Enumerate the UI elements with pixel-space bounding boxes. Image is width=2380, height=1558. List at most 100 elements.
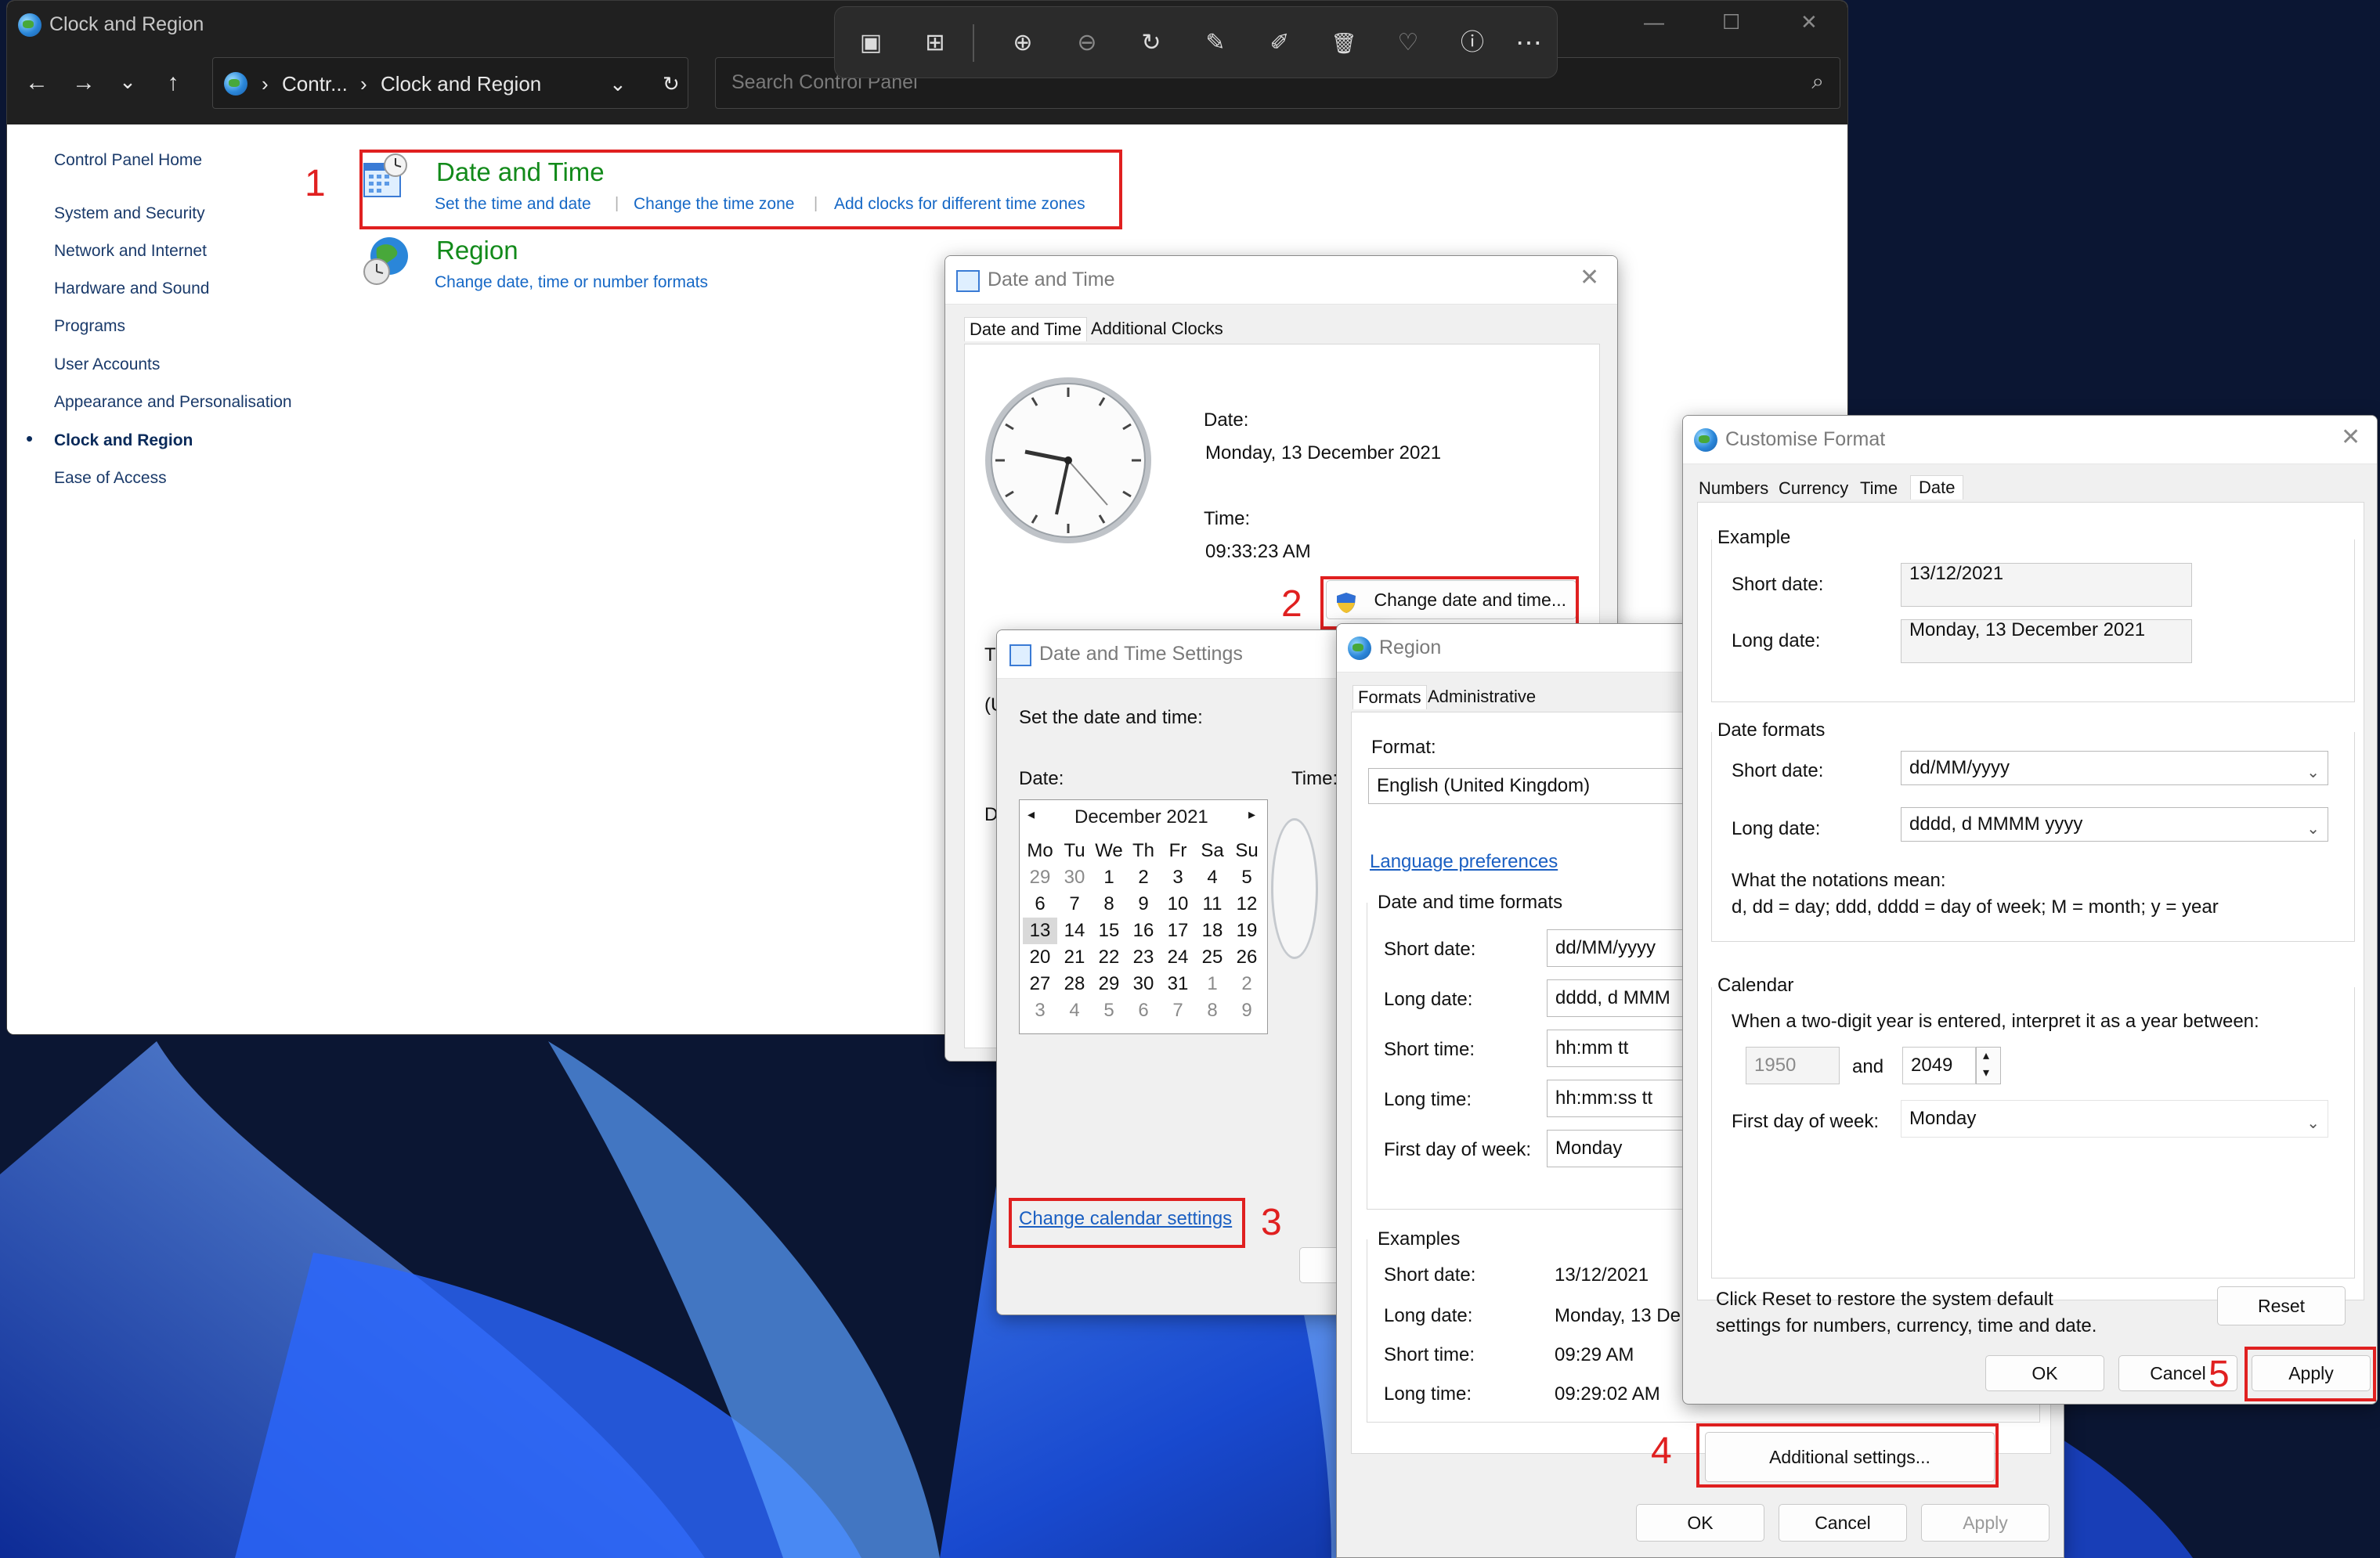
sidebar-item-system-security[interactable]: System and Security (54, 204, 205, 223)
tab-formats[interactable]: Formats (1353, 685, 1427, 709)
zoom-in-icon[interactable]: ⊕ (1006, 26, 1040, 60)
minimize-button[interactable]: — (1644, 10, 1664, 34)
calendar-day[interactable]: 6 (1023, 891, 1057, 918)
rotate-icon[interactable]: ↻ (1134, 26, 1168, 60)
calendar-day[interactable]: 29 (1023, 864, 1057, 891)
year-to-input[interactable]: 2049 (1902, 1047, 1976, 1084)
calendar-day[interactable]: 4 (1195, 864, 1230, 891)
sidebar-item-programs[interactable]: Programs (54, 317, 125, 336)
tab-time[interactable]: Time (1860, 478, 1898, 499)
calendar-day[interactable]: 10 (1161, 891, 1195, 918)
calendar-day[interactable]: 25 (1195, 944, 1230, 971)
favorite-icon[interactable]: ♡ (1391, 26, 1425, 60)
calendar-day[interactable]: 3 (1161, 864, 1195, 891)
sidebar-item-ease-of-access[interactable]: Ease of Access (54, 469, 167, 488)
long-date-format-select[interactable]: dddd, d MMMM yyyy ⌄ (1901, 807, 2328, 842)
short-date-format-select[interactable]: dd/MM/yyyy ⌄ (1901, 751, 2328, 785)
sidebar-item-hardware[interactable]: Hardware and Sound (54, 280, 209, 298)
region-cancel-button[interactable]: Cancel (1779, 1504, 1907, 1542)
tab-currency[interactable]: Currency (1779, 478, 1848, 499)
calendar-day[interactable]: 9 (1230, 997, 1264, 1024)
region-ok-button[interactable]: OK (1636, 1504, 1764, 1542)
calendar-day-selected[interactable]: 13 (1023, 918, 1057, 944)
year-spinner[interactable]: ▴ ▾ (1976, 1047, 2001, 1084)
calendar-prev-icon[interactable]: ◂ (1027, 806, 1035, 823)
address-bar[interactable]: › Contr... › Clock and Region ⌄ ↻ (212, 57, 688, 109)
tab-numbers[interactable]: Numbers (1699, 478, 1768, 499)
calendar-day[interactable]: 12 (1230, 891, 1264, 918)
reset-button[interactable]: Reset (2217, 1286, 2346, 1325)
calendar-day[interactable]: 1 (1195, 971, 1230, 997)
sidebar-item-user-accounts[interactable]: User Accounts (54, 355, 160, 374)
calendar-control[interactable]: ◂ December 2021 ▸ Mo Tu We Th Fr Sa Su 29 30 1 2 3… (1019, 799, 1268, 1034)
change-formats-link[interactable]: Change date, time or number formats (435, 273, 708, 292)
sidebar-item-control-panel-home[interactable]: Control Panel Home (54, 151, 202, 170)
sidebar-item-appearance[interactable]: Appearance and Personalisation (54, 393, 292, 412)
back-button[interactable]: ← (21, 70, 52, 96)
image-icon[interactable]: ▣ (854, 26, 888, 60)
calendar-day[interactable]: 30 (1126, 971, 1161, 997)
calendar-day[interactable]: 27 (1023, 971, 1057, 997)
calendar-day[interactable]: 9 (1126, 891, 1161, 918)
draw-icon[interactable]: ✐ (1262, 26, 1297, 60)
zoom-out-icon[interactable]: ⊖ (1070, 26, 1104, 60)
calendar-day[interactable]: 16 (1126, 918, 1161, 944)
calendar-day[interactable]: 7 (1057, 891, 1092, 918)
calendar-day[interactable]: 11 (1195, 891, 1230, 918)
calendar-day[interactable]: 21 (1057, 944, 1092, 971)
calendar-day[interactable]: 3 (1023, 997, 1057, 1024)
calendar-day[interactable]: 2 (1230, 971, 1264, 997)
calendar-day[interactable]: 4 (1057, 997, 1092, 1024)
spin-down-icon[interactable]: ▾ (1983, 1065, 1989, 1080)
cf-first-day-select[interactable]: Monday ⌄ (1901, 1100, 2328, 1138)
calendar-day[interactable]: 6 (1126, 997, 1161, 1024)
sidebar-item-clock-region[interactable]: Clock and Region (54, 431, 193, 450)
tab-additional-clocks[interactable]: Additional Clocks (1091, 319, 1223, 339)
sidebar-item-network[interactable]: Network and Internet (54, 242, 207, 261)
calendar-day[interactable]: 14 (1057, 918, 1092, 944)
recent-locations-button[interactable]: ⌄ (112, 70, 143, 94)
calendar-day[interactable]: 8 (1092, 891, 1126, 918)
calendar-day[interactable]: 30 (1057, 864, 1092, 891)
breadcrumb-control-panel[interactable]: Contr... (282, 72, 348, 96)
calendar-day[interactable]: 5 (1230, 864, 1264, 891)
calendar-day[interactable]: 7 (1161, 997, 1195, 1024)
calendar-month-title[interactable]: December 2021 (1074, 806, 1208, 828)
calendar-day[interactable]: 31 (1161, 971, 1195, 997)
cf-close-button[interactable]: ✕ (2341, 424, 2360, 451)
delete-icon[interactable]: 🗑 (1327, 26, 1361, 60)
tab-administrative[interactable]: Administrative (1428, 687, 1536, 707)
calendar-day[interactable]: 15 (1092, 918, 1126, 944)
up-button[interactable]: ↑ (157, 70, 189, 96)
calendar-day[interactable]: 2 (1126, 864, 1161, 891)
maximize-button[interactable]: ☐ (1722, 10, 1740, 34)
address-dropdown-icon[interactable]: ⌄ (609, 72, 627, 96)
language-preferences-link[interactable]: Language preferences (1370, 851, 1558, 873)
more-icon[interactable]: ⋯ (1511, 26, 1546, 60)
forward-button[interactable]: → (68, 70, 99, 96)
calendar-day[interactable]: 17 (1161, 918, 1195, 944)
region-apply-button[interactable]: Apply (1921, 1504, 2050, 1542)
calendar-day[interactable]: 19 (1230, 918, 1264, 944)
calendar-day[interactable]: 28 (1057, 971, 1092, 997)
calendar-day[interactable]: 1 (1092, 864, 1126, 891)
calendar-day[interactable]: 18 (1195, 918, 1230, 944)
cf-ok-button[interactable]: OK (1985, 1355, 2104, 1391)
search-icon[interactable]: ⌕ (1811, 69, 1824, 95)
calendar-day[interactable]: 8 (1195, 997, 1230, 1024)
dialog-close-button[interactable]: ✕ (1580, 264, 1599, 291)
calendar-day[interactable]: 23 (1126, 944, 1161, 971)
gallery-icon[interactable]: ⊞ (918, 26, 952, 60)
info-icon[interactable]: ⓘ (1455, 26, 1490, 60)
tab-date[interactable]: Date (1910, 475, 1964, 499)
calendar-day[interactable]: 5 (1092, 997, 1126, 1024)
tab-date-and-time[interactable]: Date and Time (964, 317, 1088, 341)
calendar-day[interactable]: 29 (1092, 971, 1126, 997)
refresh-icon[interactable]: ↻ (663, 72, 680, 96)
breadcrumb-clock-region[interactable]: Clock and Region (381, 72, 541, 96)
calendar-next-icon[interactable]: ▸ (1248, 806, 1255, 823)
calendar-day[interactable]: 26 (1230, 944, 1264, 971)
calendar-day[interactable]: 20 (1023, 944, 1057, 971)
region-category-title[interactable]: Region (436, 236, 518, 265)
spin-up-icon[interactable]: ▴ (1983, 1048, 1989, 1063)
